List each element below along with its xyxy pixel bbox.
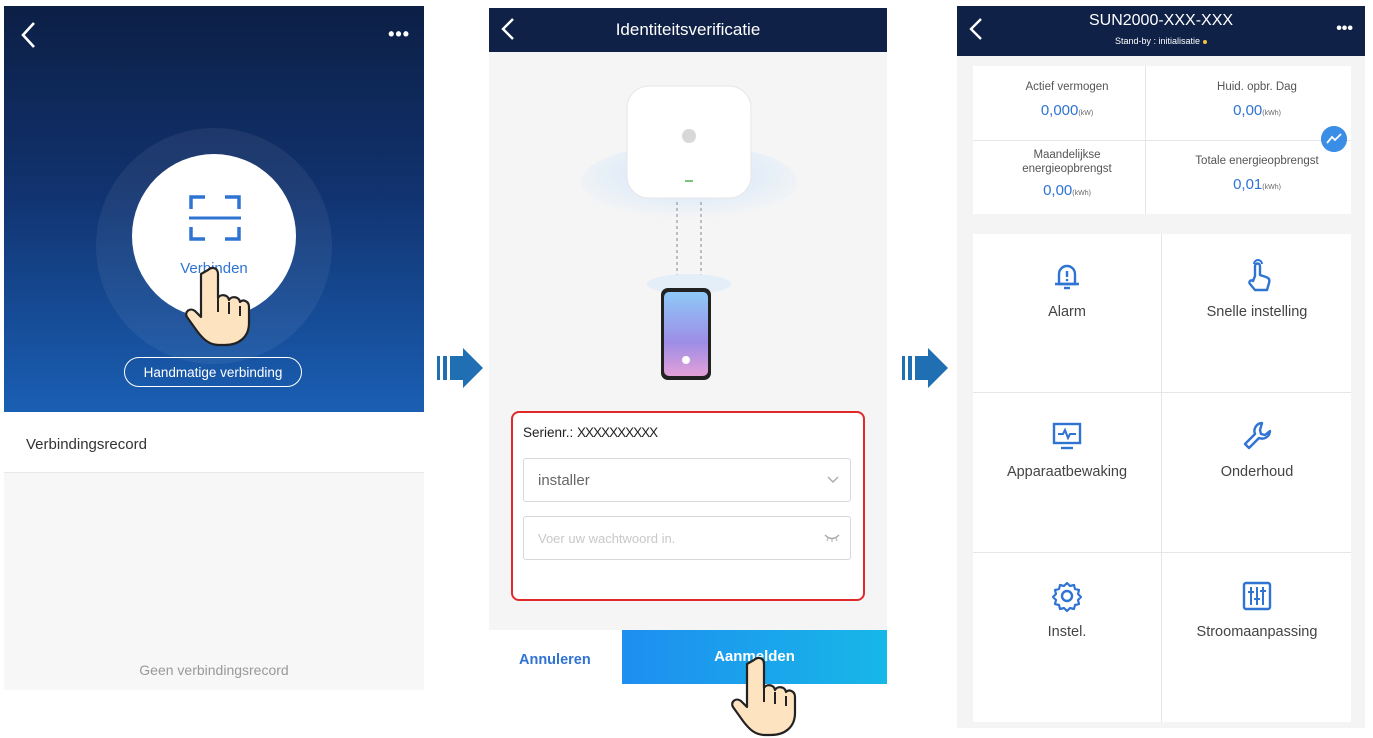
tile-label: Onderhoud bbox=[1220, 464, 1294, 480]
stat-daily-yield: Huid. opbr. Dag 0,00(kWh) bbox=[1163, 66, 1351, 140]
touch-icon bbox=[1248, 259, 1271, 292]
stat-value: 0,00(kWh) bbox=[1233, 102, 1281, 119]
stat-value: 0,00(kWh) bbox=[1043, 182, 1091, 199]
monitor-icon bbox=[1052, 422, 1082, 450]
hand-pointer-icon bbox=[185, 266, 251, 347]
empty-record-text: Geen verbindingsrecord bbox=[139, 662, 289, 678]
tile-alarm[interactable]: Alarm bbox=[973, 234, 1161, 392]
serial-value: XXXXXXXXXX bbox=[577, 425, 658, 440]
device-pairing-illustration bbox=[581, 85, 797, 380]
more-icon[interactable]: ••• bbox=[388, 24, 410, 45]
tile-power-adjustment[interactable]: Stroomaanpassing bbox=[1163, 554, 1351, 712]
stat-total-yield: Totale energieopbrengst 0,01(kWh) bbox=[1163, 140, 1351, 214]
chevron-down-icon bbox=[827, 476, 839, 483]
serial-label: Serienr.: bbox=[523, 425, 574, 440]
stat-label: Totale energieopbrengst bbox=[1195, 155, 1319, 167]
tile-label: Snelle instelling bbox=[1206, 304, 1308, 320]
page-title: Identiteitsverificatie bbox=[615, 20, 761, 39]
stat-active-power: Actief vermogen 0,000(kW) bbox=[973, 66, 1161, 140]
manual-connection-button[interactable]: Handmatige verbinding bbox=[124, 357, 302, 387]
tile-label: Apparaatbewaking bbox=[1006, 464, 1128, 480]
tile-quick-settings[interactable]: Snelle instelling bbox=[1163, 234, 1351, 392]
connection-record-row[interactable]: Verbindingsrecord bbox=[4, 412, 424, 473]
device-status: Stand-by : initialisatie bbox=[957, 36, 1365, 46]
tile-device-monitoring[interactable]: Apparaatbewaking bbox=[973, 394, 1161, 552]
device-status-text: Stand-by : initialisatie bbox=[1114, 36, 1201, 46]
alarm-bell-icon bbox=[1055, 264, 1079, 290]
more-icon[interactable]: ••• bbox=[1336, 20, 1353, 38]
cancel-button[interactable]: Annuleren bbox=[519, 652, 591, 668]
hand-pointer-icon bbox=[731, 656, 797, 737]
function-grid: Alarm Snelle instelling Apparaatbewaking… bbox=[973, 234, 1351, 722]
stat-value: 0,01(kWh) bbox=[1233, 176, 1281, 193]
flow-arrow-icon bbox=[902, 348, 948, 388]
wrench-icon bbox=[1243, 421, 1272, 450]
identity-screen: Identiteitsverificatie Serienr.: XXXXXXX… bbox=[489, 8, 887, 688]
divider bbox=[973, 392, 1351, 393]
tile-label: Instel. bbox=[1047, 624, 1087, 640]
status-dot-icon bbox=[1203, 39, 1208, 44]
sliders-icon bbox=[1242, 581, 1272, 611]
tile-settings[interactable]: Instel. bbox=[973, 554, 1161, 712]
login-form: Serienr.: XXXXXXXXXX installer Voer uw w… bbox=[511, 411, 865, 601]
divider bbox=[973, 140, 1351, 141]
stat-label: Actief vermogen bbox=[1025, 81, 1109, 93]
eye-closed-icon[interactable] bbox=[824, 533, 840, 543]
serial-number: Serienr.: XXXXXXXXXX bbox=[523, 425, 658, 440]
divider bbox=[1161, 234, 1162, 722]
flow-arrow-icon bbox=[437, 348, 483, 388]
trend-chart-icon[interactable] bbox=[1321, 126, 1347, 152]
scan-icon bbox=[189, 195, 241, 241]
stat-value: 0,000(kW) bbox=[1040, 102, 1094, 119]
user-select-value: installer bbox=[538, 472, 590, 489]
stat-monthly-yield: Maandelijkse energieopbrengst 0,00(kWh) bbox=[973, 140, 1161, 214]
divider bbox=[973, 552, 1351, 553]
tile-label: Alarm bbox=[1048, 304, 1086, 320]
password-placeholder: Voer uw wachtwoord in. bbox=[538, 531, 676, 546]
back-icon[interactable] bbox=[18, 20, 40, 50]
stat-label: Huid. opbr. Dag bbox=[1217, 81, 1297, 93]
password-field[interactable]: Voer uw wachtwoord in. bbox=[523, 516, 851, 560]
device-name: SUN2000-XXX-XXX bbox=[1088, 12, 1234, 29]
connect-screen: ••• Verbinden Handmatige verbinding Verb… bbox=[4, 6, 424, 690]
connection-record-label: Verbindingsrecord bbox=[26, 436, 147, 453]
stat-label: Maandelijkse energieopbrengst bbox=[1022, 149, 1112, 175]
user-select[interactable]: installer bbox=[523, 458, 851, 502]
device-home-screen: SUN2000-XXX-XXX Stand-by : initialisatie… bbox=[957, 6, 1365, 728]
gear-icon bbox=[1051, 581, 1083, 613]
tile-maintenance[interactable]: Onderhoud bbox=[1163, 394, 1351, 552]
tile-label: Stroomaanpassing bbox=[1196, 624, 1318, 640]
